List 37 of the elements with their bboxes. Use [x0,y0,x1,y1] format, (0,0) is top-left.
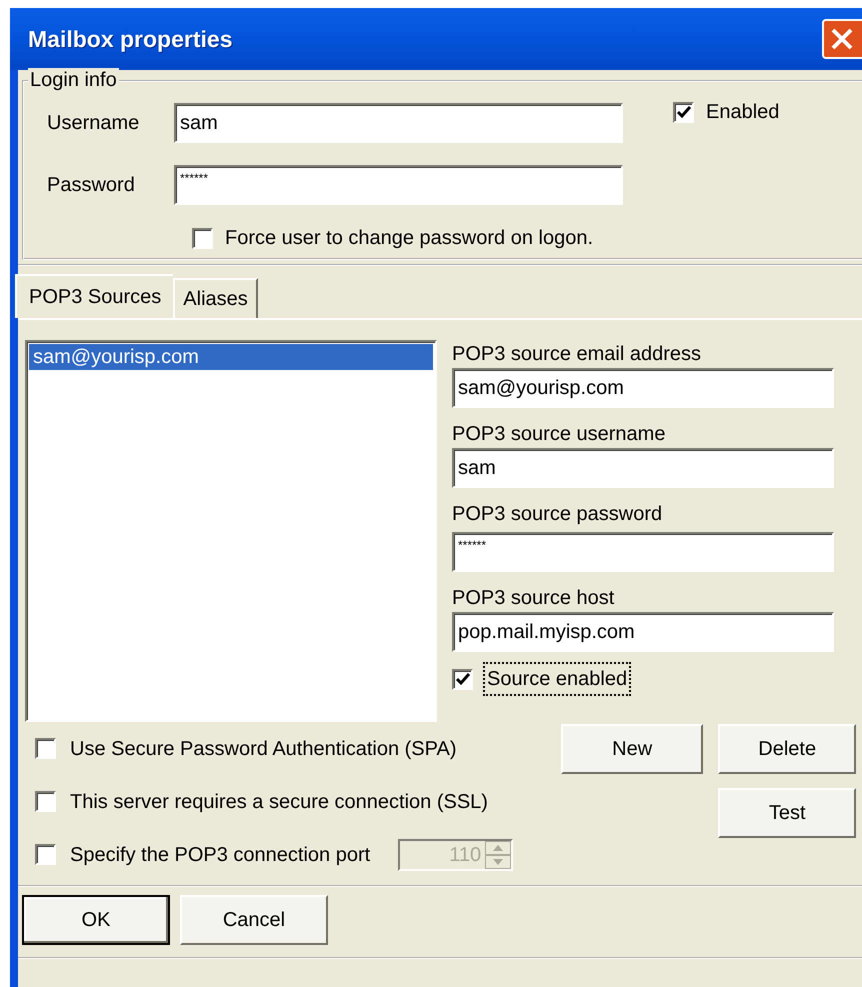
window-title: Mailbox properties [28,24,232,54]
close-button[interactable] [822,19,862,59]
checkbox-label: This server requires a secure connection (SSL) [70,790,488,814]
field-label: POP3 source username [452,422,666,447]
checkbox-label: Source enabled [485,664,630,694]
delete-button[interactable]: Delete [718,724,856,774]
input-field[interactable]: sam [452,448,834,488]
checkbox[interactable] [192,228,213,248]
tab[interactable]: POP3 Sources [15,274,174,318]
field-label: Password [47,173,136,198]
checkbox-label: Enabled [706,100,780,125]
username-field[interactable]: sam [174,103,623,143]
field-label: Username [47,111,140,136]
field-label: POP3 source password [452,502,664,527]
checkbox-label: Force user to change password on logon. [225,226,593,251]
input-field[interactable]: pop.mail.myisp.com [452,612,834,652]
group-label: Login info [28,68,119,92]
new-button[interactable]: New [561,724,704,774]
list-item[interactable]: sam@yourisp.com [29,344,433,370]
input-field[interactable]: sam@yourisp.com [452,368,834,408]
cancel-button[interactable]: Cancel [180,895,328,945]
checkbox[interactable] [35,844,56,865]
input-field[interactable]: ****** [452,532,834,572]
close-icon [830,27,854,51]
field-label: POP3 source email address [452,342,702,367]
password-field[interactable]: ****** [174,165,623,205]
test-button[interactable]: Test [718,788,856,838]
ok-button[interactable]: OK [22,895,170,945]
tab[interactable]: Aliases [173,278,258,318]
checkbox-label: Use Secure Password Authentication (SPA) [70,736,456,762]
checkbox[interactable] [452,668,473,690]
field-label: POP3 source host [452,586,616,611]
checkbox[interactable] [35,791,56,812]
checkbox[interactable] [35,738,56,759]
checkbox-label: Specify the POP3 connection port [70,842,370,868]
sources-list[interactable]: sam@yourisp.com [25,340,437,722]
checkbox[interactable] [673,102,694,122]
